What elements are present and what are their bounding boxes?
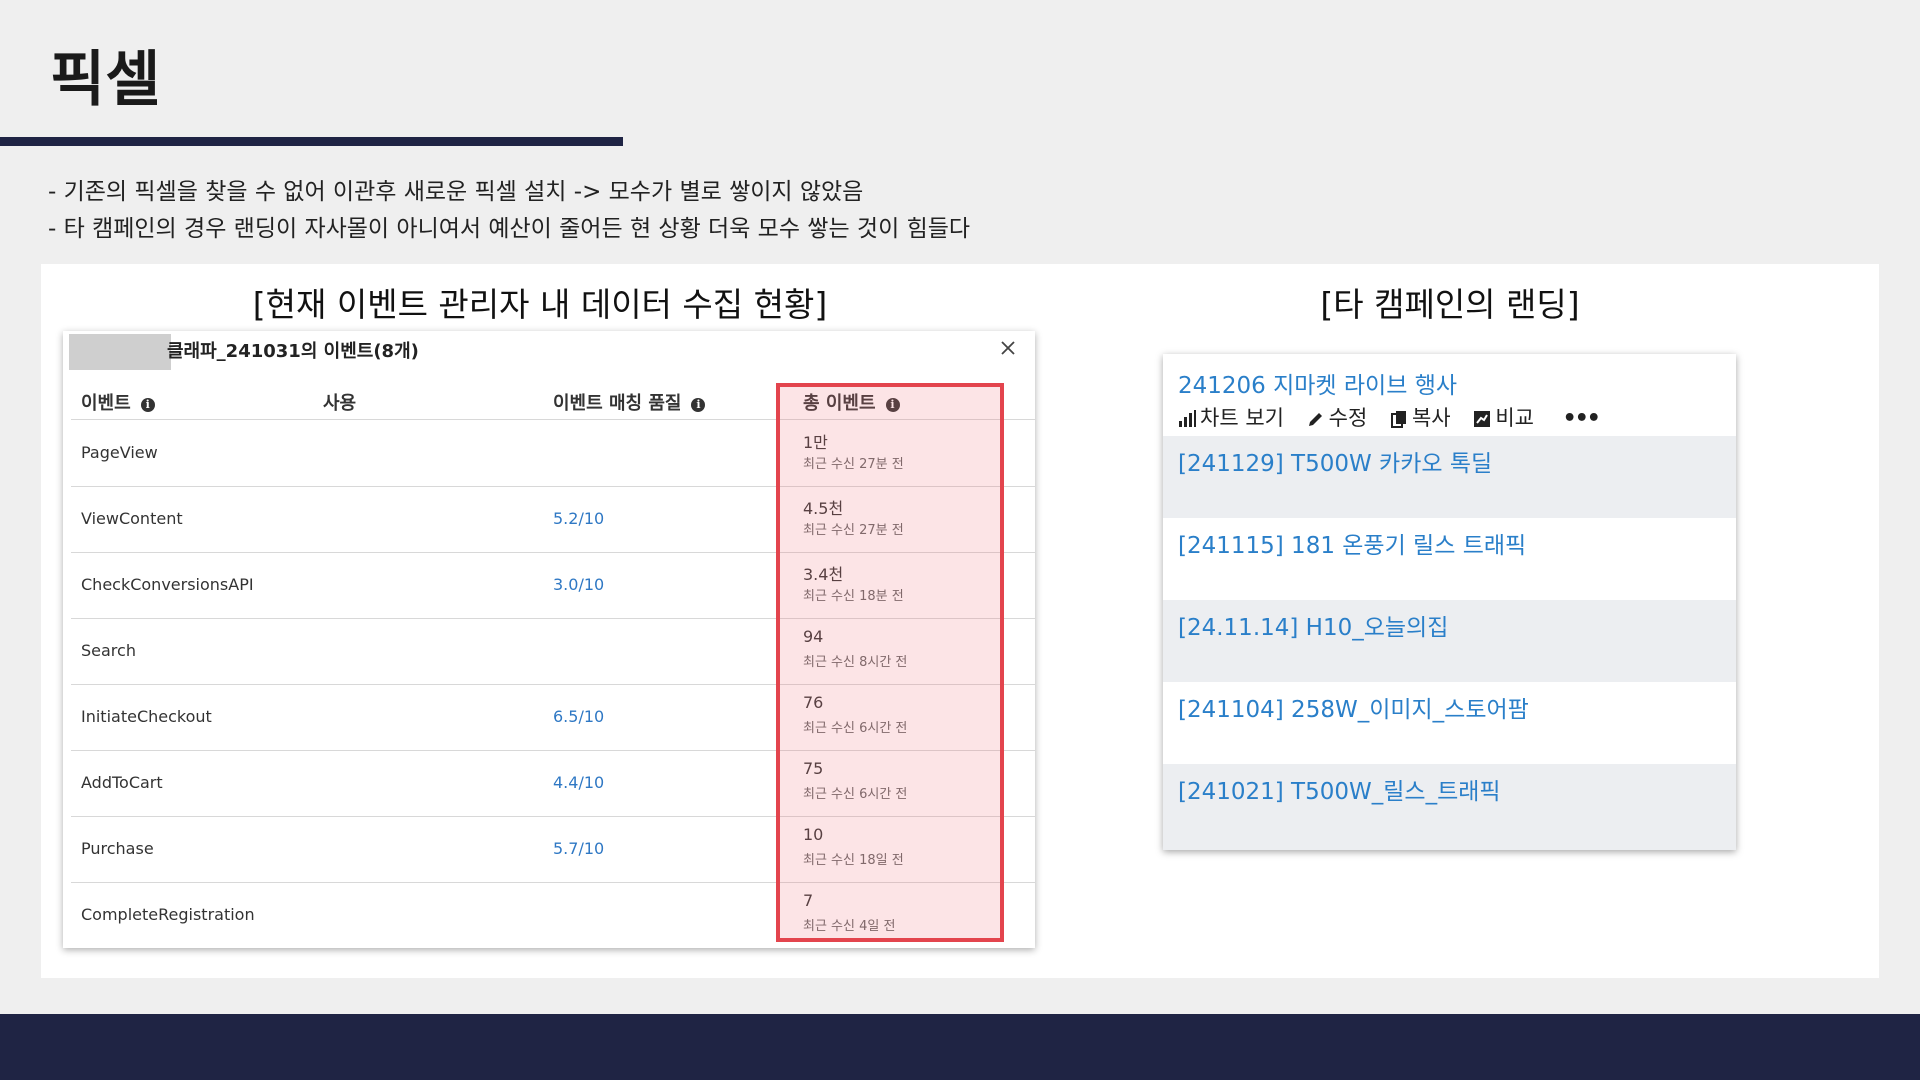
table-header: 이벤트 i 사용 이벤트 매칭 품질 i 총 이벤트 i — [71, 379, 1035, 420]
list-item[interactable]: [241115] 181 온풍기 릴스 트래픽 — [1163, 518, 1736, 600]
right-heading: [타 캠페인의 랜딩] — [1320, 285, 1580, 324]
bullet-item: - 타 캠페인의 경우 랜딩이 자사몰이 아니여서 예산이 줄어든 현 상황 더… — [48, 216, 971, 242]
chart-view-button[interactable]: 차트 보기 — [1178, 402, 1284, 432]
compare-button[interactable]: 비교 — [1473, 402, 1534, 432]
list-item[interactable]: [24.11.14] H10_오늘의집 — [1163, 600, 1736, 682]
compare-icon — [1474, 411, 1491, 427]
match-quality[interactable]: 5.7/10 — [553, 839, 604, 858]
event-name: Search — [81, 641, 136, 660]
table-row[interactable]: AddToCart 4.4/10 75 최근 수신 6시간 전 — [71, 751, 1035, 817]
event-name: InitiateCheckout — [81, 707, 212, 726]
info-icon[interactable]: i — [140, 398, 155, 412]
dialog-header: 클래파_241031의 이벤트(8개) — [63, 331, 1035, 370]
copy-button[interactable]: 복사 — [1390, 402, 1451, 432]
last-received: 최근 수신 4일 전 — [803, 919, 896, 934]
campaign-link[interactable]: [241104] 258W_이미지_스토어팜 — [1178, 690, 1529, 724]
event-name: CheckConversionsAPI — [81, 575, 254, 594]
table-row[interactable]: CompleteRegistration 7 최근 수신 4일 전 — [71, 883, 1035, 948]
total-events: 76 — [803, 693, 824, 712]
events-dialog: 클래파_241031의 이벤트(8개) 이벤트 i 사용 이벤트 매칭 품질 i 총… — [63, 331, 1035, 948]
column-header-event[interactable]: 이벤트 i — [81, 389, 155, 415]
close-button[interactable] — [993, 333, 1023, 363]
column-header-quality[interactable]: 이벤트 매칭 품질 i — [553, 389, 706, 415]
column-header-usage[interactable]: 사용 — [323, 389, 356, 415]
last-received: 최근 수신 27분 전 — [803, 523, 904, 538]
list-item[interactable]: [241129] T500W 카카오 톡딜 — [1163, 436, 1736, 518]
edit-button[interactable]: 수정 — [1307, 402, 1367, 432]
list-item[interactable]: 241206 지마켓 라이브 행사 차트 보기 수정 복사 비교 ••• — [1163, 354, 1736, 436]
event-rows: PageView 1만 최근 수신 27분 전 ViewContent 5.2/… — [71, 421, 1035, 948]
table-row[interactable]: CheckConversionsAPI 3.0/10 3.4천 최근 수신 18… — [71, 553, 1035, 619]
campaign-link[interactable]: [241129] T500W 카카오 톡딜 — [1178, 444, 1492, 478]
close-icon — [1001, 341, 1015, 355]
action-bar: 차트 보기 수정 복사 비교 ••• — [1178, 402, 1601, 432]
bar-chart-icon — [1179, 410, 1196, 427]
last-received: 최근 수신 18일 전 — [803, 853, 904, 868]
table-row[interactable]: ViewContent 5.2/10 4.5천 최근 수신 27분 전 — [71, 487, 1035, 553]
total-events: 75 — [803, 759, 824, 778]
info-icon[interactable]: i — [885, 398, 900, 412]
pencil-icon — [1308, 413, 1322, 426]
campaign-link[interactable]: [241115] 181 온풍기 릴스 트래픽 — [1178, 526, 1526, 560]
bullet-list: - 기존의 픽셀을 찾을 수 없어 이관후 새로운 픽셀 설치 -> 모수가 별… — [48, 174, 970, 248]
total-events: 94 — [803, 627, 824, 646]
title-underline — [0, 137, 623, 146]
more-options-icon[interactable]: ••• — [1563, 406, 1601, 431]
total-events: 3.4천 — [803, 565, 844, 584]
event-name: ViewContent — [81, 509, 183, 528]
info-icon[interactable]: i — [691, 398, 706, 412]
slide-title: 픽셀 — [50, 45, 161, 115]
event-name: CompleteRegistration — [81, 905, 255, 924]
redaction-box — [69, 334, 171, 370]
last-received: 최근 수신 8시간 전 — [803, 655, 908, 670]
table-row[interactable]: Purchase 5.7/10 10 최근 수신 18일 전 — [71, 817, 1035, 883]
campaign-link[interactable]: 241206 지마켓 라이브 행사 — [1178, 366, 1457, 400]
total-events: 1만 — [803, 433, 828, 452]
last-received: 최근 수신 6시간 전 — [803, 721, 908, 736]
column-header-total[interactable]: 총 이벤트 i — [803, 389, 900, 415]
campaign-link[interactable]: [241021] T500W_릴스_트래픽 — [1178, 772, 1501, 806]
dialog-title: 클래파_241031의 이벤트(8개) — [167, 341, 419, 362]
match-quality[interactable]: 5.2/10 — [553, 509, 604, 528]
table-row[interactable]: InitiateCheckout 6.5/10 76 최근 수신 6시간 전 — [71, 685, 1035, 751]
event-name: Purchase — [81, 839, 154, 858]
last-received: 최근 수신 27분 전 — [803, 457, 904, 472]
total-events: 7 — [803, 891, 814, 910]
copy-icon — [1390, 411, 1406, 428]
last-received: 최근 수신 18분 전 — [803, 589, 904, 604]
left-heading: [현재 이벤트 관리자 내 데이터 수집 현황] — [252, 285, 828, 324]
footer-band — [0, 1014, 1920, 1080]
match-quality[interactable]: 3.0/10 — [553, 575, 604, 594]
campaign-link[interactable]: [24.11.14] H10_오늘의집 — [1178, 608, 1448, 642]
total-events: 10 — [803, 825, 824, 844]
landing-panel: 241206 지마켓 라이브 행사 차트 보기 수정 복사 비교 ••• [24… — [1163, 354, 1736, 850]
list-item[interactable]: [241104] 258W_이미지_스토어팜 — [1163, 682, 1736, 764]
total-events: 4.5천 — [803, 499, 844, 518]
event-name: AddToCart — [81, 773, 163, 792]
match-quality[interactable]: 6.5/10 — [553, 707, 604, 726]
table-row[interactable]: Search 94 최근 수신 8시간 전 — [71, 619, 1035, 685]
event-name: PageView — [81, 443, 158, 462]
bullet-item: - 기존의 픽셀을 찾을 수 없어 이관후 새로운 픽셀 설치 -> 모수가 별… — [48, 179, 864, 205]
table-row[interactable]: PageView 1만 최근 수신 27분 전 — [71, 421, 1035, 487]
list-item[interactable]: [241021] T500W_릴스_트래픽 — [1163, 764, 1736, 850]
match-quality[interactable]: 4.4/10 — [553, 773, 604, 792]
last-received: 최근 수신 6시간 전 — [803, 787, 908, 802]
